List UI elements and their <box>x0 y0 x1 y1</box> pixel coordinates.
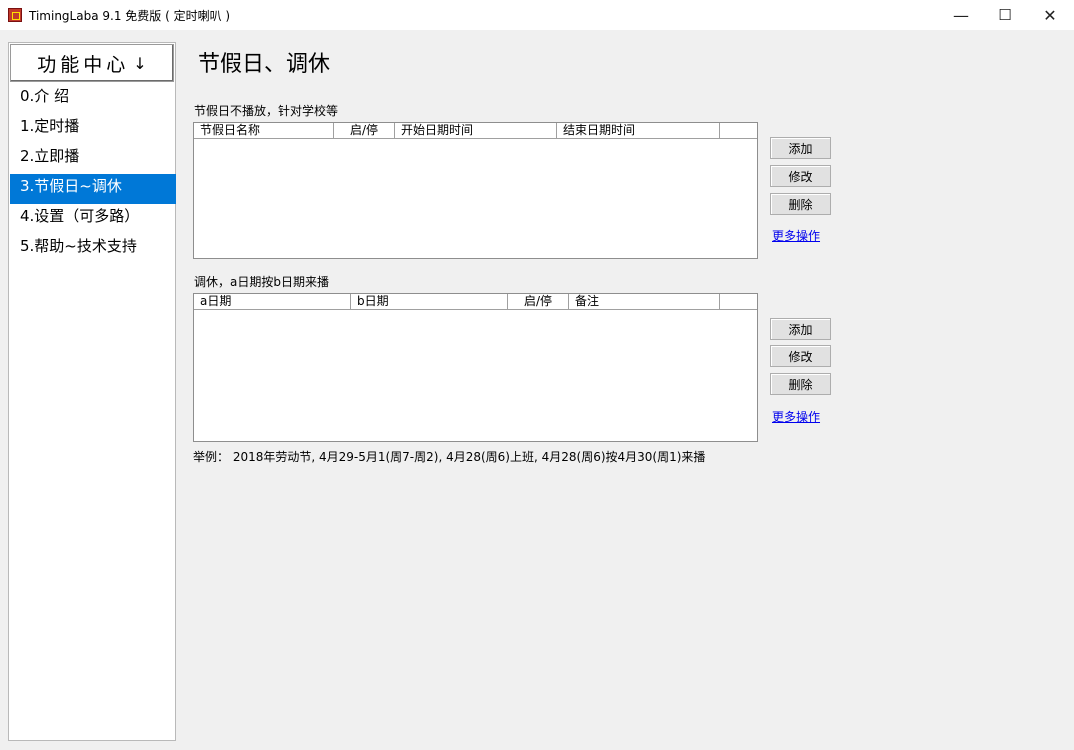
title-bar: TimingLaba 9.1 免费版 ( 定时喇叭 ) — ☐ ✕ <box>0 0 1074 30</box>
shift-delete-button[interactable]: 删除 <box>770 373 831 395</box>
arrow-down-icon: ↓ <box>133 53 147 73</box>
function-sidebar: 功能中心 ↓ 0.介 绍 1.定时播 2.立即播 3.节假日~调休 4.设置（可… <box>8 42 176 741</box>
column-header-filler <box>720 123 757 138</box>
shift-add-button[interactable]: 添加 <box>770 318 831 340</box>
menu-item-scheduled-play[interactable]: 1.定时播 <box>10 114 176 144</box>
example-note: 举例： 2018年劳动节, 4月29-5月1(周7-周2), 4月28(周6)上… <box>193 450 706 464</box>
holiday-section-label: 节假日不播放，针对学校等 <box>194 104 339 118</box>
shift-list-header: a日期 b日期 启/停 备注 <box>194 294 757 310</box>
menu-item-settings[interactable]: 4.设置（可多路） <box>10 204 176 234</box>
column-header-a-date[interactable]: a日期 <box>194 294 351 309</box>
shift-list[interactable]: a日期 b日期 启/停 备注 <box>193 293 758 442</box>
holiday-list[interactable]: 节假日名称 启/停 开始日期时间 结束日期时间 <box>193 122 758 259</box>
column-header-enabled[interactable]: 启/停 <box>334 123 395 138</box>
column-header-holiday-name[interactable]: 节假日名称 <box>194 123 334 138</box>
holiday-edit-button[interactable]: 修改 <box>770 165 831 187</box>
menu-item-holidays[interactable]: 3.节假日~调休 <box>10 174 176 204</box>
function-center-header[interactable]: 功能中心 ↓ <box>10 44 174 82</box>
column-header-b-date[interactable]: b日期 <box>351 294 508 309</box>
holiday-add-button[interactable]: 添加 <box>770 137 831 159</box>
app-icon <box>8 8 22 22</box>
function-menu: 0.介 绍 1.定时播 2.立即播 3.节假日~调休 4.设置（可多路） 5.帮… <box>10 84 176 264</box>
column-header-start-datetime[interactable]: 开始日期时间 <box>395 123 557 138</box>
holiday-more-actions-link[interactable]: 更多操作 <box>772 227 820 244</box>
holiday-list-header: 节假日名称 启/停 开始日期时间 结束日期时间 <box>194 123 757 139</box>
column-header-enabled[interactable]: 启/停 <box>508 294 569 309</box>
holiday-delete-button[interactable]: 删除 <box>770 193 831 215</box>
minimize-button[interactable]: — <box>938 0 984 30</box>
menu-item-intro[interactable]: 0.介 绍 <box>10 84 176 114</box>
menu-item-instant-play[interactable]: 2.立即播 <box>10 144 176 174</box>
page-title: 节假日、调休 <box>198 52 331 77</box>
column-header-note[interactable]: 备注 <box>569 294 720 309</box>
shift-more-actions-link[interactable]: 更多操作 <box>772 408 820 425</box>
shift-section-label: 调休，a日期按b日期来播 <box>194 275 329 289</box>
function-center-label: 功能中心 <box>37 53 130 76</box>
window-title: TimingLaba 9.1 免费版 ( 定时喇叭 ) <box>29 9 231 23</box>
column-header-end-datetime[interactable]: 结束日期时间 <box>557 123 720 138</box>
column-header-filler <box>720 294 757 309</box>
shift-edit-button[interactable]: 修改 <box>770 345 831 367</box>
close-button[interactable]: ✕ <box>1027 0 1073 30</box>
menu-item-help[interactable]: 5.帮助~技术支持 <box>10 234 176 264</box>
maximize-button[interactable]: ☐ <box>982 0 1028 30</box>
